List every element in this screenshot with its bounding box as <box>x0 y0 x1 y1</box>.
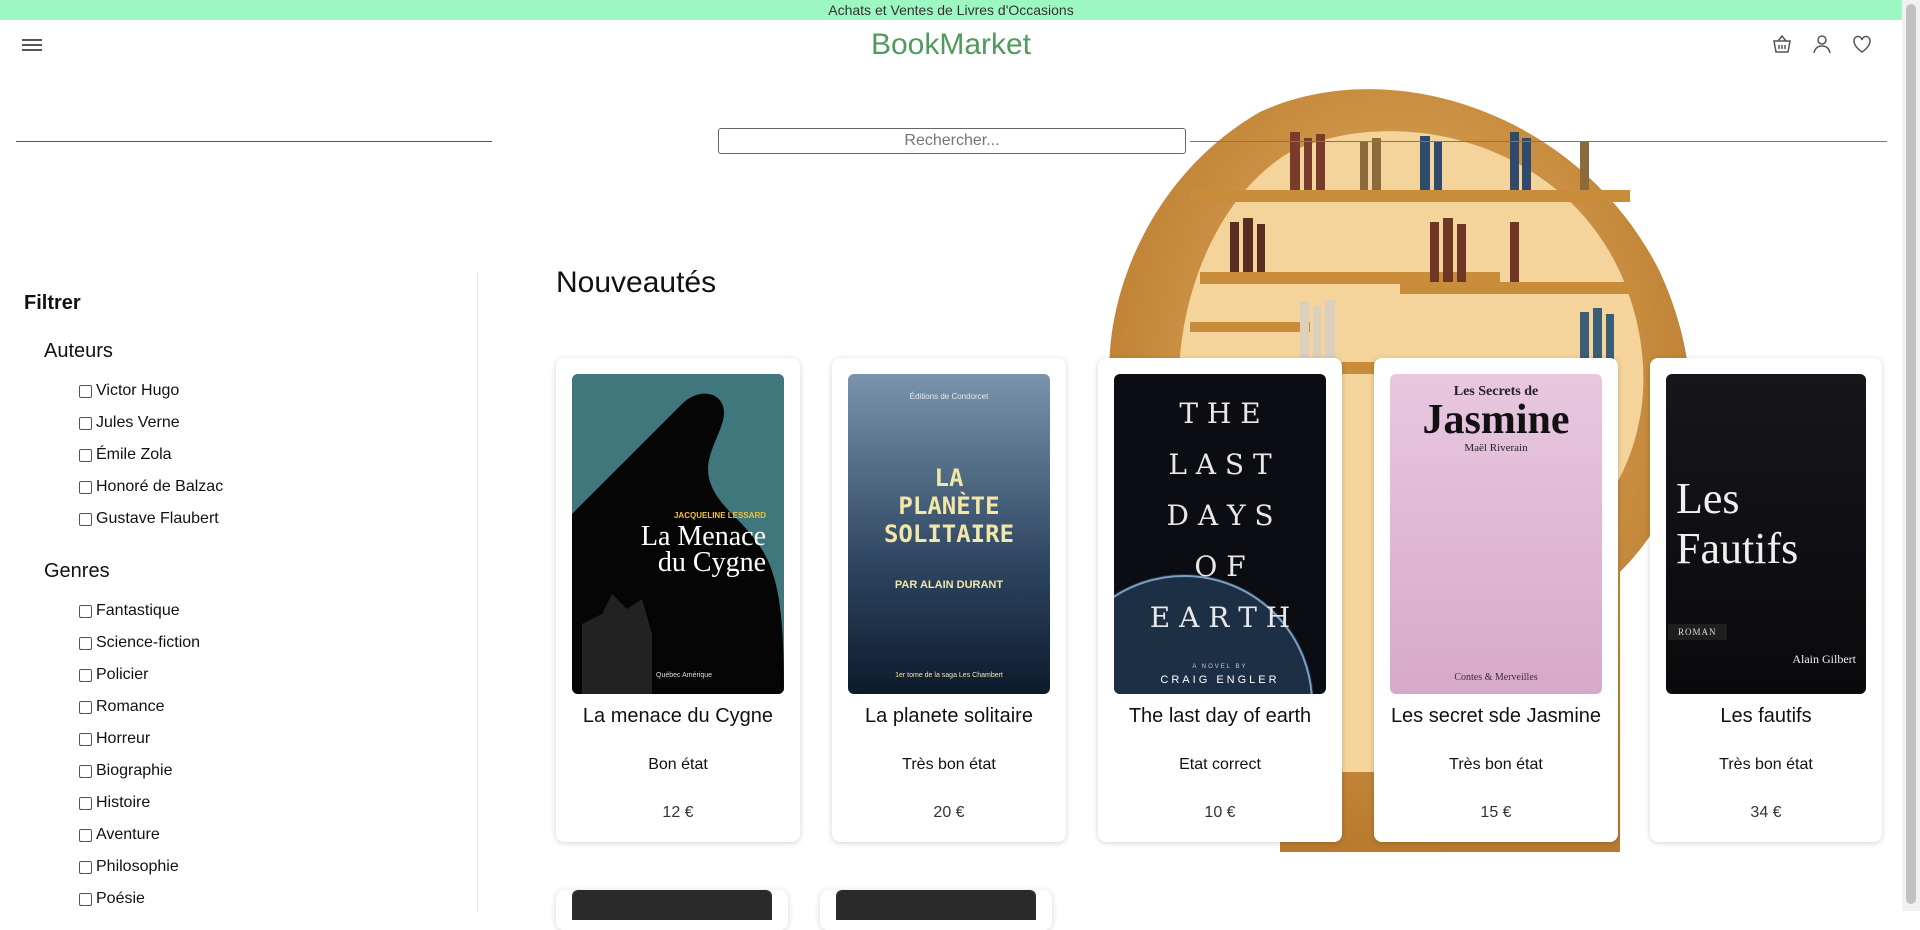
author-filter-victor-hugo[interactable]: Victor Hugo <box>79 375 477 407</box>
author-filter-honore-de-balzac[interactable]: Honoré de Balzac <box>79 471 477 503</box>
book-title[interactable]: Les secret sde Jasmine <box>1374 705 1618 728</box>
filter-sidebar: Filtrer Auteurs Victor Hugo Jules Verne … <box>0 272 478 912</box>
header-divider-right <box>1190 141 1887 142</box>
book-card[interactable]: JACQUELINE LESSARD La Menace du Cygne Qu… <box>556 358 800 842</box>
book-condition: Très bon état <box>1449 756 1543 773</box>
book-price: 15 € <box>1480 804 1512 821</box>
genre-filter-fantastique[interactable]: Fantastique <box>79 595 477 627</box>
filter-title: Filtrer <box>24 292 81 314</box>
promo-banner-text: Achats et Ventes de Livres d'Occasions <box>828 2 1074 18</box>
book-price: 20 € <box>933 804 965 821</box>
genre-filter-policier[interactable]: Policier <box>79 659 477 691</box>
author-filter-jules-verne[interactable]: Jules Verne <box>79 407 477 439</box>
book-condition: Très bon état <box>902 756 996 773</box>
checkbox[interactable] <box>79 448 92 462</box>
site-header: BookMarket <box>0 20 1902 72</box>
scrollbar-thumb[interactable] <box>1906 4 1916 904</box>
book-title[interactable]: Les fautifs <box>1650 705 1882 728</box>
page-scrollbar[interactable] <box>1902 0 1920 911</box>
checkbox[interactable] <box>79 512 92 526</box>
genre-filter-poesie[interactable]: Poésie <box>79 883 477 915</box>
checkbox[interactable] <box>79 384 92 398</box>
book-cover[interactable] <box>836 890 1036 920</box>
genre-filter-aventure[interactable]: Aventure <box>79 819 477 851</box>
book-price: 12 € <box>662 804 694 821</box>
book-cover[interactable] <box>572 890 772 920</box>
book-cover[interactable]: Éditions de Condorcet LA PLANÈTE SOLITAI… <box>848 374 1050 694</box>
book-title[interactable]: The last day of earth <box>1098 705 1342 728</box>
book-price: 34 € <box>1750 804 1782 821</box>
book-title[interactable]: La menace du Cygne <box>556 705 800 728</box>
basket-icon[interactable] <box>1770 32 1794 56</box>
checkbox[interactable] <box>79 636 92 650</box>
book-cover[interactable]: Les Fautifs ROMAN Alain Gilbert <box>1666 374 1866 694</box>
book-price: 10 € <box>1204 804 1236 821</box>
checkbox[interactable] <box>79 416 92 430</box>
checkbox[interactable] <box>79 480 92 494</box>
book-card[interactable] <box>556 890 788 930</box>
header-icons <box>1770 32 1874 56</box>
genre-filter-horreur[interactable]: Horreur <box>79 723 477 755</box>
genre-filter-philosophie[interactable]: Philosophie <box>79 851 477 883</box>
header-divider-left <box>16 141 492 142</box>
search-input[interactable] <box>718 128 1186 154</box>
author-filter-gustave-flaubert[interactable]: Gustave Flaubert <box>79 503 477 535</box>
checkbox[interactable] <box>79 668 92 682</box>
site-logo[interactable]: BookMarket <box>0 28 1902 62</box>
book-condition: Bon état <box>648 756 708 773</box>
genre-filter-science-fiction[interactable]: Science-fiction <box>79 627 477 659</box>
book-cover[interactable]: JACQUELINE LESSARD La Menace du Cygne Qu… <box>572 374 784 694</box>
checkbox[interactable] <box>79 604 92 618</box>
checkbox[interactable] <box>79 892 92 906</box>
book-cover[interactable]: T H E L A S T D A Y S O F E A R T H A NO… <box>1114 374 1326 694</box>
checkbox[interactable] <box>79 764 92 778</box>
checkbox[interactable] <box>79 796 92 810</box>
book-card[interactable]: Les Fautifs ROMAN Alain Gilbert Les faut… <box>1650 358 1882 842</box>
book-cover[interactable]: Les Secrets de Jasmine Maël Riverain Con… <box>1390 374 1602 694</box>
authors-heading: Auteurs <box>44 340 113 362</box>
genre-filter-romance[interactable]: Romance <box>79 691 477 723</box>
genre-filter-biographie[interactable]: Biographie <box>79 755 477 787</box>
checkbox[interactable] <box>79 732 92 746</box>
checkbox[interactable] <box>79 700 92 714</box>
book-card[interactable]: Les Secrets de Jasmine Maël Riverain Con… <box>1374 358 1618 842</box>
checkbox[interactable] <box>79 828 92 842</box>
book-condition: Etat correct <box>1179 756 1261 773</box>
checkbox[interactable] <box>79 860 92 874</box>
section-title: Nouveautés <box>556 266 717 299</box>
book-title[interactable]: La planete solitaire <box>832 705 1066 728</box>
author-filter-emile-zola[interactable]: Émile Zola <box>79 439 477 471</box>
book-card[interactable]: T H E L A S T D A Y S O F E A R T H A NO… <box>1098 358 1342 842</box>
promo-banner: Achats et Ventes de Livres d'Occasions <box>0 0 1902 20</box>
book-card[interactable]: Éditions de Condorcet LA PLANÈTE SOLITAI… <box>832 358 1066 842</box>
genre-filter-histoire[interactable]: Histoire <box>79 787 477 819</box>
book-card[interactable] <box>820 890 1052 930</box>
book-condition: Très bon état <box>1719 756 1813 773</box>
genres-heading: Genres <box>44 560 110 582</box>
heart-icon[interactable] <box>1850 32 1874 56</box>
user-icon[interactable] <box>1810 32 1834 56</box>
